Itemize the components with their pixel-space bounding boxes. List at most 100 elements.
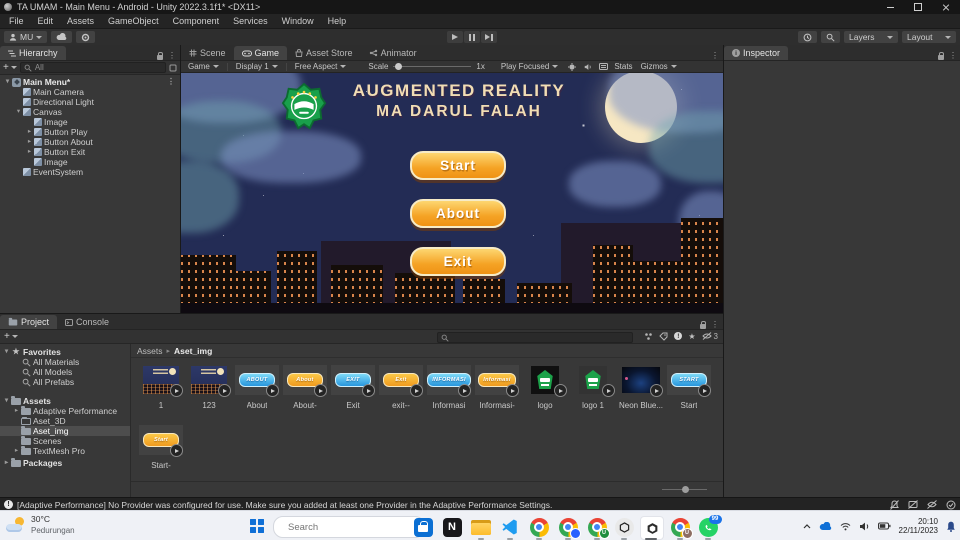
tab-asset-store[interactable]: Asset Store	[287, 46, 361, 60]
asset-preview-button[interactable]	[218, 384, 231, 397]
expand-arrow-icon[interactable]: ▸	[25, 127, 34, 137]
search-by-type-icon[interactable]	[644, 332, 653, 341]
asset-item-exit[interactable]: Exit exit--	[377, 364, 425, 410]
game-target-dropdown[interactable]: Game	[185, 62, 222, 71]
hierarchy-item-main-menu[interactable]: ▾ Main Menu* ⋮	[0, 77, 180, 87]
tab-project[interactable]: Project	[0, 315, 58, 329]
hierarchy-item-button-exit[interactable]: ▸ Button Exit	[0, 147, 180, 157]
kebab-menu-icon[interactable]: ⋮	[168, 52, 176, 60]
menu-assets[interactable]: Assets	[60, 14, 101, 28]
project-tree-item-assets[interactable]: ▾ Assets	[0, 395, 130, 406]
project-tree-item-textmesh-pro[interactable]: ▸ TextMesh Pro	[0, 445, 130, 456]
tab-console[interactable]: Console	[57, 315, 117, 329]
tab-scene[interactable]: Scene	[181, 46, 234, 60]
volume-icon[interactable]	[859, 522, 870, 531]
asset-item-start[interactable]: Start Start-	[137, 424, 185, 470]
menu-window[interactable]: Window	[275, 14, 321, 28]
expand-arrow-icon[interactable]: ▸	[12, 446, 21, 456]
asset-preview-button[interactable]	[458, 384, 471, 397]
game-button-about[interactable]: About	[410, 199, 506, 228]
app-whatsapp[interactable]: 99	[697, 514, 722, 538]
hierarchy-item-image[interactable]: Image	[0, 117, 180, 127]
project-tree-item-all-prefabs[interactable]: All Prefabs	[0, 377, 130, 387]
maximize-button[interactable]	[904, 0, 932, 14]
account-button[interactable]: MU	[4, 31, 48, 43]
app-chrome-3[interactable]: U	[586, 516, 610, 539]
project-search-input[interactable]	[452, 333, 629, 342]
menu-gameobject[interactable]: GameObject	[101, 14, 166, 28]
menu-services[interactable]: Services	[226, 14, 275, 28]
hierarchy-item-image[interactable]: Image	[0, 157, 180, 167]
weather-widget[interactable]: 30°C Pedurungan	[6, 514, 75, 536]
asset-preview-button[interactable]	[698, 384, 711, 397]
onedrive-icon[interactable]	[819, 521, 832, 531]
project-tree-item-all-materials[interactable]: All Materials	[0, 357, 130, 367]
save-search-star-icon[interactable]: ★	[688, 332, 695, 341]
app-vscode[interactable]	[499, 516, 521, 538]
app-chrome-4[interactable]: U	[669, 516, 693, 539]
thumbnail-size-knob[interactable]	[682, 485, 689, 493]
project-tree-item-aset-img[interactable]: Aset_img	[0, 425, 130, 436]
asset-item-1[interactable]: 1	[137, 364, 185, 410]
collab-muted-icon[interactable]	[908, 500, 918, 509]
asset-preview-button[interactable]	[506, 384, 519, 397]
hierarchy-item-eventsystem[interactable]: EventSystem	[0, 167, 180, 177]
hidden-packages-toggle[interactable]: 3	[701, 332, 718, 341]
services-muted-icon[interactable]	[927, 500, 937, 509]
project-search[interactable]	[437, 332, 633, 343]
layout-dropdown[interactable]: Layout	[902, 31, 956, 43]
asset-item-start[interactable]: START Start	[665, 364, 713, 410]
play-button[interactable]	[447, 31, 463, 43]
app-unity-hub[interactable]	[613, 516, 635, 538]
project-tree-item-all-models[interactable]: All Models	[0, 367, 130, 377]
hierarchy-item-button-about[interactable]: ▸ Button About	[0, 137, 180, 147]
app-notion[interactable]: N	[441, 516, 463, 538]
hierarchy-item-main-camera[interactable]: Main Camera	[0, 87, 180, 97]
aspect-dropdown[interactable]: Free Aspect	[292, 62, 350, 71]
create-asset-dropdown[interactable]: +	[4, 331, 18, 342]
asset-preview-button[interactable]	[410, 384, 423, 397]
step-button[interactable]	[481, 31, 497, 43]
asset-preview-button[interactable]	[170, 384, 183, 397]
stats-button[interactable]: Stats	[614, 62, 632, 71]
menu-help[interactable]: Help	[321, 14, 354, 28]
kebab-menu-icon[interactable]: ⋮	[949, 52, 957, 60]
undo-history-button[interactable]	[798, 31, 817, 43]
start-button[interactable]	[250, 519, 264, 533]
hierarchy-item-directional-light[interactable]: Directional Light	[0, 97, 180, 107]
gizmos-dropdown[interactable]: Gizmos	[638, 62, 680, 71]
asset-item-informasi[interactable]: Informasi Informasi-	[473, 364, 521, 410]
asset-item-123[interactable]: 123	[185, 364, 233, 410]
layers-dropdown[interactable]: Layers	[844, 31, 898, 43]
expand-arrow-icon[interactable]: ▾	[2, 396, 11, 406]
asset-item-informasi[interactable]: INFORMASI Informasi	[425, 364, 473, 410]
tab-game[interactable]: Game	[233, 46, 288, 60]
asset-item-exit[interactable]: EXIT Exit	[329, 364, 377, 410]
lock-icon[interactable]	[700, 320, 706, 329]
asset-preview-button[interactable]	[650, 384, 663, 397]
game-button-exit[interactable]: Exit	[410, 247, 506, 276]
wifi-icon[interactable]	[840, 522, 851, 531]
game-button-start[interactable]: Start	[410, 151, 506, 180]
status-ok-icon[interactable]	[946, 500, 956, 510]
tab-hierarchy[interactable]: Hierarchy	[0, 46, 66, 60]
lock-icon[interactable]	[157, 51, 163, 60]
asset-preview-button[interactable]	[602, 384, 615, 397]
asset-preview-button[interactable]	[554, 384, 567, 397]
minimize-button[interactable]	[876, 0, 904, 14]
expand-arrow-icon[interactable]: ▸	[2, 458, 11, 468]
expand-arrow-icon[interactable]: ▾	[14, 107, 23, 117]
project-tree-item-aset-3d[interactable]: Aset_3D	[0, 416, 130, 426]
asset-item-logo[interactable]: logo	[521, 364, 569, 410]
hierarchy-item-canvas[interactable]: ▾ Canvas	[0, 107, 180, 117]
app-chrome-2[interactable]	[557, 516, 581, 539]
project-tree-item-adaptive-performance[interactable]: ▸ Adaptive Performance	[0, 405, 130, 416]
kebab-menu-icon[interactable]: ⋮	[711, 52, 719, 60]
asset-preview-button[interactable]	[362, 384, 375, 397]
tray-expand-icon[interactable]	[803, 523, 811, 529]
kebab-menu-icon[interactable]: ⋮	[711, 321, 719, 329]
notifications-bell-icon[interactable]	[946, 521, 956, 532]
search-by-label-icon[interactable]	[659, 332, 668, 341]
breadcrumb-root[interactable]: Assets	[137, 346, 163, 356]
info-icon[interactable]: !	[674, 332, 683, 340]
